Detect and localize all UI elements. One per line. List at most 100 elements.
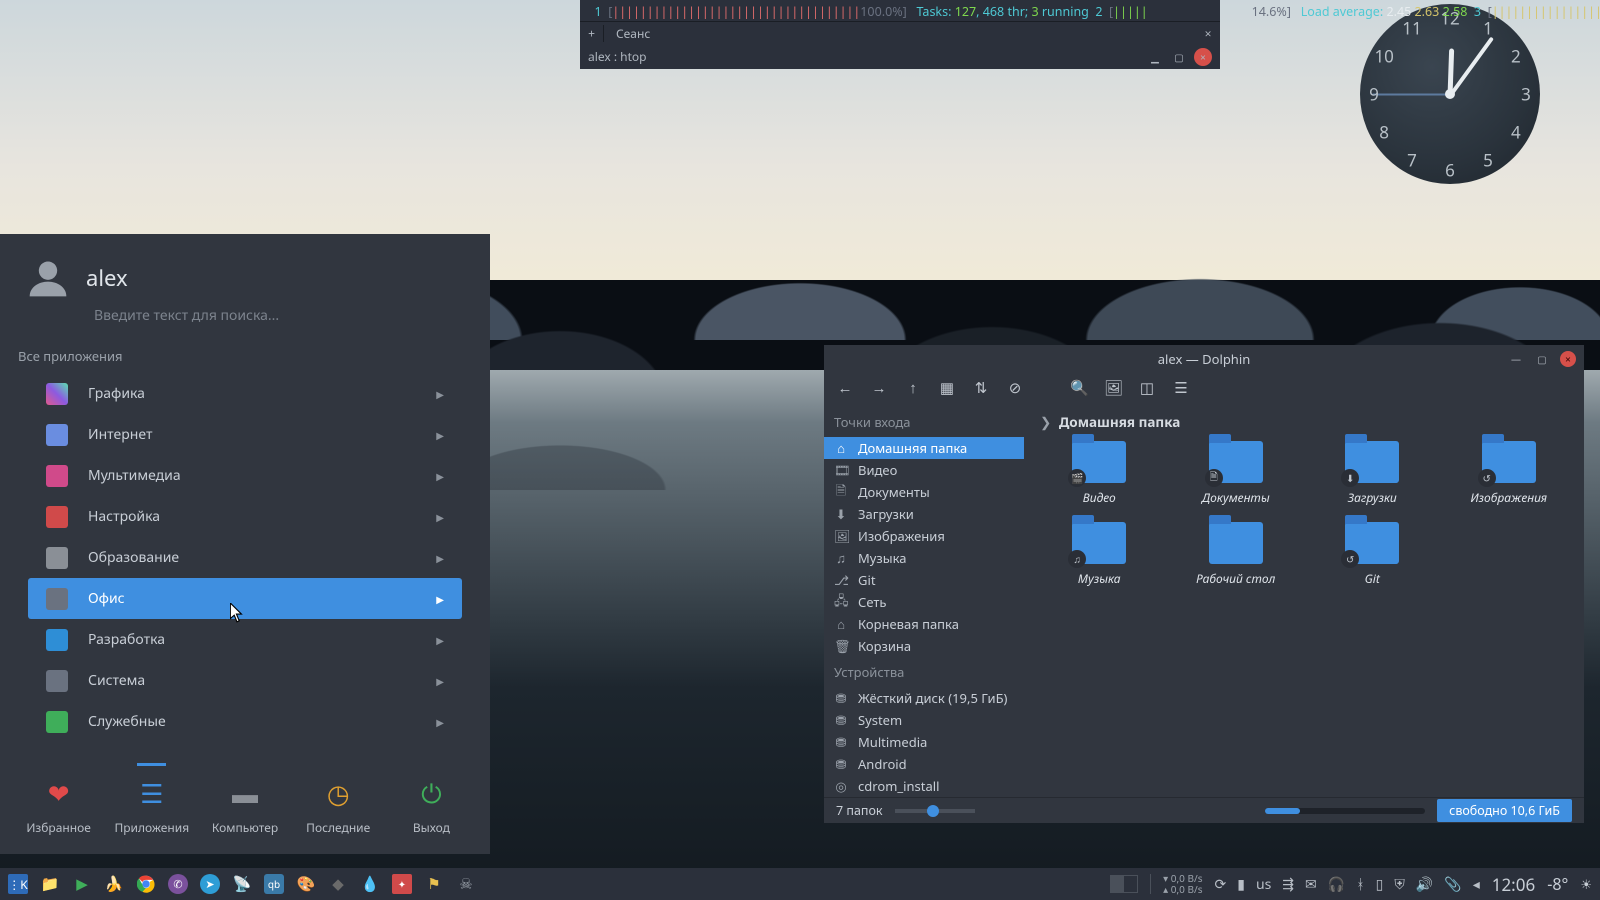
wifi-icon[interactable]: ⇶: [1282, 875, 1294, 894]
place-item[interactable]: 🖧Сеть: [824, 591, 1024, 613]
new-tab-button[interactable]: +: [580, 25, 604, 42]
qbittorrent-icon[interactable]: qb: [264, 874, 284, 894]
viber-icon[interactable]: ✆: [168, 874, 188, 894]
pager-icon[interactable]: [1110, 875, 1138, 893]
terminal-titlebar[interactable]: alex : htop ▁ ▢ ×: [580, 45, 1220, 69]
place-item[interactable]: 🗑Корзина: [824, 635, 1024, 657]
phone-icon[interactable]: ▯: [1376, 875, 1384, 894]
minimize-button[interactable]: —: [1508, 351, 1524, 367]
bluetooth-icon[interactable]: ᚼ: [1356, 875, 1364, 894]
volume-icon[interactable]: 🔊: [1416, 875, 1433, 894]
dolphin-file-manager[interactable]: alex — Dolphin — ▢ × ← → ↑ ▦ ⇅ ⊘ 🔍 🖼 ◫ ☰…: [824, 345, 1584, 823]
folder-item[interactable]: 🗎Документы: [1173, 441, 1300, 506]
minimize-button[interactable]: ▁: [1146, 48, 1164, 66]
search-button[interactable]: 🔍: [1070, 378, 1088, 398]
weather-temp[interactable]: -8°: [1547, 873, 1568, 895]
places-panel[interactable]: Точки входа⌂Домашняя папка🎞Видео🗎Докумен…: [824, 403, 1024, 797]
tray-expand-icon[interactable]: ◂: [1473, 875, 1480, 894]
place-item[interactable]: ♫Музыка: [824, 547, 1024, 569]
color-picker-icon[interactable]: 💧: [360, 874, 380, 894]
session-tab[interactable]: Сеанс: [604, 25, 662, 42]
gimp-icon[interactable]: 🎨: [296, 874, 316, 894]
folder-item[interactable]: ↺Изображения: [1446, 441, 1573, 506]
hidden-toggle-button[interactable]: ⊘: [1006, 378, 1024, 398]
headphones-icon[interactable]: 🎧: [1328, 875, 1345, 894]
menu-category-4[interactable]: Образование▶: [28, 537, 462, 578]
mail-icon[interactable]: ✉: [1305, 875, 1317, 894]
folder-item[interactable]: Рабочий стол: [1173, 522, 1300, 587]
place-item[interactable]: ⎇Git: [824, 569, 1024, 591]
launcher-tab-2[interactable]: ▬Компьютер: [198, 775, 291, 836]
user-avatar-icon[interactable]: [26, 256, 70, 300]
skull-icon[interactable]: ☠: [456, 874, 476, 894]
clock-time[interactable]: 12:06: [1492, 873, 1535, 896]
inkscape-icon[interactable]: ◆: [328, 874, 348, 894]
menu-category-5[interactable]: Офис▶: [28, 578, 462, 619]
split-button[interactable]: ◫: [1138, 378, 1156, 398]
close-button[interactable]: ×: [1560, 351, 1576, 367]
menu-category-6[interactable]: Разработка▶: [28, 619, 462, 660]
place-item[interactable]: ⛃System: [824, 709, 1024, 731]
menu-category-8[interactable]: Служебные▶: [28, 701, 462, 742]
place-item[interactable]: 🎞Видео: [824, 459, 1024, 481]
file-manager-icon[interactable]: 📁: [40, 874, 60, 894]
kde-launcher-icon[interactable]: ⋮K: [8, 874, 28, 894]
launcher-tab-1[interactable]: ☰Приложения: [105, 775, 198, 836]
close-button[interactable]: ×: [1194, 48, 1212, 66]
maximize-button[interactable]: ▢: [1534, 351, 1550, 367]
folder-view[interactable]: Домашняя папка 🎬Видео🗎Документы⬇Загрузки…: [1024, 403, 1584, 797]
icons-view-button[interactable]: ▦: [938, 378, 956, 398]
tab-close-button[interactable]: ×: [1196, 25, 1220, 42]
application-launcher[interactable]: alex Введите текст для поиска... Все при…: [0, 234, 490, 854]
menu-category-0[interactable]: Графика▶: [28, 373, 462, 414]
folder-item[interactable]: ↺Git: [1309, 522, 1436, 587]
place-item[interactable]: ⛃Android: [824, 753, 1024, 775]
terminal-window[interactable]: 1 [||||||||||||||||||||||||||||||||||||1…: [580, 0, 1220, 69]
dolphin-toolbar[interactable]: ← → ↑ ▦ ⇅ ⊘ 🔍 🖼 ◫ ☰: [824, 373, 1584, 403]
media-play-icon[interactable]: ▶: [72, 874, 92, 894]
zoom-slider[interactable]: [895, 809, 975, 813]
menu-button[interactable]: ☰: [1172, 378, 1190, 398]
maximize-button[interactable]: ▢: [1170, 48, 1188, 66]
banana-icon[interactable]: 🍌: [104, 874, 124, 894]
yellow-app-icon[interactable]: ⚑: [424, 874, 444, 894]
terminal-tabbar[interactable]: + Сеанс ×: [580, 21, 1220, 45]
forward-button[interactable]: →: [870, 378, 888, 398]
brightness-icon[interactable]: ☀: [1580, 875, 1592, 893]
place-item[interactable]: ◎cdrom_install: [824, 775, 1024, 797]
menu-category-1[interactable]: Интернет▶: [28, 414, 462, 455]
place-item[interactable]: 🖼Изображения: [824, 525, 1024, 547]
shield-icon[interactable]: ⛨: [1394, 875, 1405, 894]
keyboard-layout[interactable]: us: [1256, 875, 1271, 894]
dolphin-titlebar[interactable]: alex — Dolphin — ▢ ×: [824, 345, 1584, 373]
clipboard-icon[interactable]: 📎: [1444, 875, 1461, 894]
red-app-icon[interactable]: ✦: [392, 874, 412, 894]
preview-button[interactable]: 🖼: [1104, 378, 1122, 398]
menu-category-7[interactable]: Система▶: [28, 660, 462, 701]
place-item[interactable]: ⛃Жёсткий диск (19,5 ГиБ): [824, 687, 1024, 709]
place-item[interactable]: 🗎Документы: [824, 481, 1024, 503]
taskbar[interactable]: ⋮K 📁 ▶ 🍌 ✆ ➤ 📡 qb 🎨 ◆ 💧 ✦ ⚑ ☠ ▾ 0,0 B/s …: [0, 868, 1600, 900]
place-item[interactable]: ⬇Загрузки: [824, 503, 1024, 525]
folder-item[interactable]: ⬇Загрузки: [1309, 441, 1436, 506]
folder-item[interactable]: 🎬Видео: [1036, 441, 1163, 506]
updates-icon[interactable]: ⟳: [1214, 875, 1226, 894]
menu-category-2[interactable]: Мультимедиа▶: [28, 455, 462, 496]
place-item[interactable]: ⌂Корневая папка: [824, 613, 1024, 635]
place-item[interactable]: ⌂Домашняя папка: [824, 437, 1024, 459]
system-tray[interactable]: ⟳ ▮ us ⇶ ✉ 🎧 ᚼ ▯ ⛨ 🔊 📎 ◂: [1214, 875, 1479, 894]
launcher-tab-4[interactable]: ⏻Выход: [385, 775, 478, 836]
launcher-tab-0[interactable]: ❤Избранное: [12, 775, 105, 836]
compact-view-button[interactable]: ⇅: [972, 378, 990, 398]
telegram-icon[interactable]: ➤: [200, 874, 220, 894]
up-button[interactable]: ↑: [904, 378, 922, 398]
menu-category-3[interactable]: Настройка▶: [28, 496, 462, 537]
back-button[interactable]: ←: [836, 378, 854, 398]
folder-item[interactable]: ♫Музыка: [1036, 522, 1163, 587]
launcher-tab-3[interactable]: ◷Последние: [292, 775, 385, 836]
rss-icon[interactable]: 📡: [232, 874, 252, 894]
place-item[interactable]: ⛃Multimedia: [824, 731, 1024, 753]
battery-icon[interactable]: ▮: [1237, 875, 1245, 894]
search-input[interactable]: Введите текст для поиска...: [0, 306, 490, 339]
chrome-icon[interactable]: [136, 874, 156, 894]
